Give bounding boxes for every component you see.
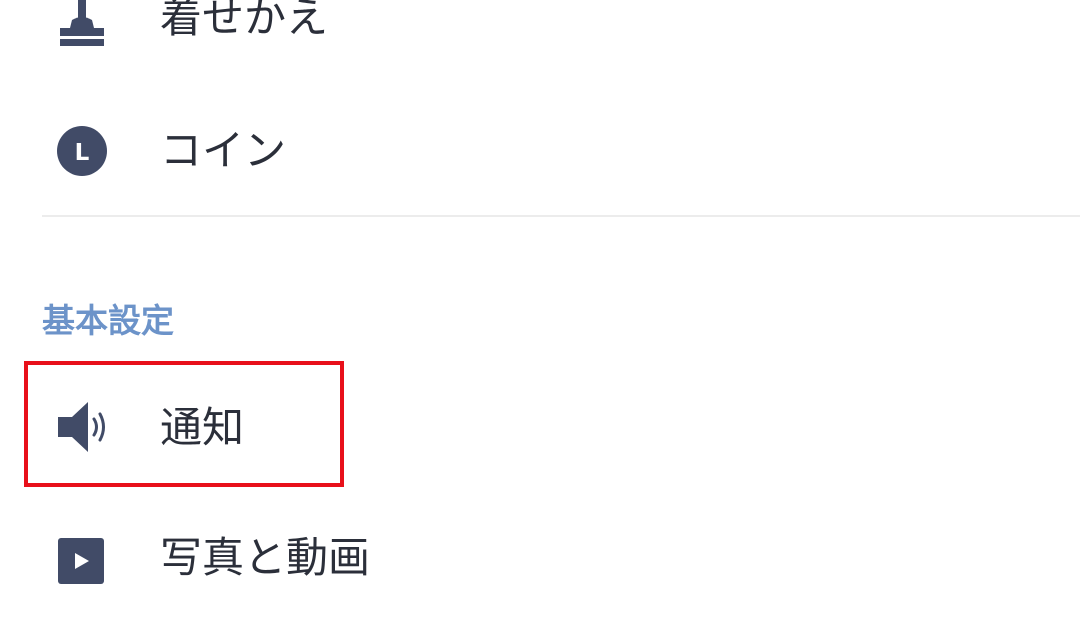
menu-item-label: コイン (160, 126, 287, 175)
divider (42, 215, 1080, 217)
menu-item-label: 通知 (160, 403, 245, 452)
menu-item-label: 写真と動画 (160, 533, 371, 582)
menu-item-photos-videos[interactable]: 写真と動画 (0, 503, 1080, 613)
coin-icon: L (57, 126, 107, 176)
speaker-icon (58, 402, 105, 452)
menu-item-coins[interactable]: L コイン (0, 96, 1080, 206)
play-icon (58, 538, 104, 584)
paintbrush-icon (60, 0, 104, 46)
section-header-basic-settings: 基本設定 (42, 301, 174, 340)
coin-icon-letter: L (75, 140, 90, 166)
menu-item-label: 着せかえ (160, 0, 329, 42)
menu-item-notifications[interactable]: 通知 (0, 373, 1080, 483)
menu-item-theme[interactable]: 着せかえ (0, 0, 1080, 73)
